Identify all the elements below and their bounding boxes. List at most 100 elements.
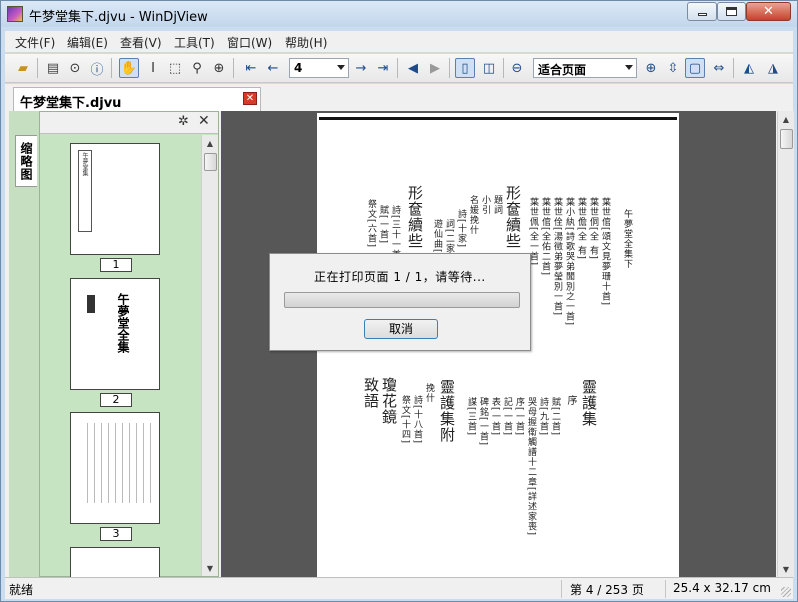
thumbnail-text: 午夢堂全集 xyxy=(116,293,130,353)
page-column: 葉世儋[全 有] xyxy=(576,197,586,260)
thumbnail-number-1: 1 xyxy=(100,258,132,272)
back-icon[interactable]: ◀ xyxy=(403,58,423,78)
maximize-button[interactable] xyxy=(717,2,746,21)
print-progress-bar xyxy=(284,292,520,308)
scroll-thumb[interactable] xyxy=(204,153,217,171)
minimize-icon xyxy=(697,13,707,16)
toolbar-separator xyxy=(503,58,504,78)
page-column: 題詞 xyxy=(492,195,502,215)
select-text-icon[interactable]: Ⅰ xyxy=(143,58,163,78)
zoom-rect-icon[interactable]: ⚲ xyxy=(187,58,207,78)
thumbnail-page-3[interactable] xyxy=(70,412,160,524)
open-icon[interactable]: ▰ xyxy=(13,58,33,78)
close-icon[interactable]: ✕ xyxy=(198,113,210,129)
page-column: 祭文[六首] xyxy=(366,199,376,249)
scroll-up-icon[interactable]: ▲ xyxy=(778,111,794,127)
rotate-right-icon[interactable]: ◮ xyxy=(763,58,783,78)
page-column: 詩[十八首] xyxy=(412,395,422,445)
menu-tools[interactable]: 工具(T) xyxy=(174,34,215,51)
page-number-value: 4 xyxy=(294,61,303,75)
page-column: 午夢堂全集下 xyxy=(622,209,632,269)
close-window-button[interactable]: ✕ xyxy=(746,2,791,21)
rotate-left-icon[interactable]: ◭ xyxy=(739,58,759,78)
page-top-rule xyxy=(319,117,677,120)
find-icon[interactable]: ⊙ xyxy=(65,58,85,78)
scroll-down-icon[interactable]: ▼ xyxy=(202,560,218,576)
zoom-in-icon[interactable]: ⊕ xyxy=(641,58,661,78)
thumbnail-scrollbar[interactable]: ▲ ▼ xyxy=(201,135,218,576)
menu-window[interactable]: 窗口(W) xyxy=(227,34,272,51)
info-icon[interactable]: ⓘ xyxy=(87,58,107,78)
toolbar-separator xyxy=(233,58,234,78)
thumbnail-panel-header: ✲ ✕ xyxy=(40,112,218,134)
magnify-icon[interactable]: ⊕ xyxy=(209,58,229,78)
prev-page-icon[interactable]: ← xyxy=(263,58,283,78)
fit-page-icon[interactable]: ⇳ xyxy=(663,58,683,78)
menu-bar: 文件(F) 编辑(E) 查看(V) 工具(T) 窗口(W) 帮助(H) xyxy=(5,31,793,53)
menu-help[interactable]: 帮助(H) xyxy=(285,34,327,51)
scroll-down-icon[interactable]: ▼ xyxy=(778,561,794,577)
hand-tool-icon[interactable]: ✋ xyxy=(119,58,139,78)
last-page-icon[interactable]: ⇥ xyxy=(373,58,393,78)
page-number-combo[interactable]: 4 xyxy=(289,58,349,78)
close-tab-icon[interactable]: ✕ xyxy=(243,92,257,105)
cancel-button[interactable]: 取消 xyxy=(364,319,438,339)
menu-view[interactable]: 查看(V) xyxy=(120,34,162,51)
title-bar[interactable]: 午梦堂集下.djvu - WinDjView ✕ xyxy=(1,1,797,27)
toolbar: ▰ ▤ ⊙ ⓘ ✋ Ⅰ ⬚ ⚲ ⊕ ⇤ ← 4 → ⇥ ◀ ▶ ▯ ◫ ⊖ 适合… xyxy=(5,54,793,83)
thumbnail-number-3: 3 xyxy=(100,527,132,541)
gear-icon[interactable]: ✲ xyxy=(178,114,189,129)
page-column: 詩[十家] xyxy=(456,209,466,249)
tab-thumbnails[interactable]: 缩略图 xyxy=(15,135,37,187)
actual-size-icon[interactable]: ▢ xyxy=(685,58,705,78)
print-icon[interactable]: ▤ xyxy=(43,58,63,78)
thumbnail-page-2[interactable]: 午夢堂全集 xyxy=(70,278,160,390)
page-column: 表[一首] xyxy=(490,397,500,437)
print-progress-dialog: 正在打印页面 1 / 1，请等待... 取消 xyxy=(269,253,531,351)
toolbar-separator xyxy=(397,58,398,78)
page-column: 靈護集 xyxy=(580,379,598,427)
page-column: 靈護集附 xyxy=(438,379,456,443)
scroll-thumb[interactable] xyxy=(780,129,793,149)
print-progress-message: 正在打印页面 1 / 1，请等待... xyxy=(314,270,486,284)
document-tab[interactable]: 午梦堂集下.djvu ✕ xyxy=(13,87,261,111)
document-tab-bar: 午梦堂集下.djvu ✕ xyxy=(5,84,793,111)
thumbnail-page-1[interactable]: 午夢堂集 xyxy=(70,143,160,255)
page-column: 葉小紈[詩歌哭弟聞別之一首] xyxy=(564,197,574,327)
app-window: 午梦堂集下.djvu - WinDjView ✕ 文件(F) 编辑(E) 查看(… xyxy=(0,0,798,602)
toolbar-separator xyxy=(37,58,38,78)
first-page-icon[interactable]: ⇤ xyxy=(241,58,261,78)
page-column: 形奩續些 xyxy=(504,185,522,249)
select-area-icon[interactable]: ⬚ xyxy=(165,58,185,78)
thumbnail-page-4[interactable] xyxy=(70,547,160,577)
page-column: 致語 xyxy=(362,377,380,409)
minimize-button[interactable] xyxy=(687,2,717,21)
page-column: 碑銘[一首] xyxy=(478,397,488,447)
windjview-app-icon xyxy=(7,6,23,22)
facing-pages-icon[interactable]: ◫ xyxy=(479,58,499,78)
zoom-combo[interactable]: 适合页面 xyxy=(533,58,637,78)
page-column: 哭母握衛觸譜十二章[詳述家喪] xyxy=(526,397,536,537)
toolbar-separator xyxy=(449,58,450,78)
scroll-up-icon[interactable]: ▲ xyxy=(202,135,218,151)
close-icon: ✕ xyxy=(763,4,774,19)
thumbnail-seal xyxy=(87,295,95,313)
menu-edit[interactable]: 编辑(E) xyxy=(67,34,108,51)
resize-grip-icon[interactable] xyxy=(781,587,791,597)
single-page-icon[interactable]: ▯ xyxy=(455,58,475,78)
page-column: 謀[三首] xyxy=(466,397,476,437)
fit-width-icon[interactable]: ⇔ xyxy=(709,58,729,78)
page-column: 詩[九首] xyxy=(538,397,548,437)
page-column: 祭文[十四] xyxy=(400,395,410,445)
zoom-value: 适合页面 xyxy=(538,63,587,77)
page-column: 葉世倌[全佑二首] xyxy=(540,197,550,277)
viewer-scrollbar[interactable]: ▲ ▼ xyxy=(777,111,794,577)
page-column: 挽什 xyxy=(424,383,434,403)
next-page-icon[interactable]: → xyxy=(351,58,371,78)
document-tab-label: 午梦堂集下.djvu xyxy=(20,96,122,111)
forward-icon[interactable]: ▶ xyxy=(425,58,445,78)
thumbnail-number-2: 2 xyxy=(100,393,132,407)
zoom-out-icon[interactable]: ⊖ xyxy=(507,58,527,78)
page-column: 序 xyxy=(565,395,576,406)
menu-file[interactable]: 文件(F) xyxy=(15,34,55,51)
